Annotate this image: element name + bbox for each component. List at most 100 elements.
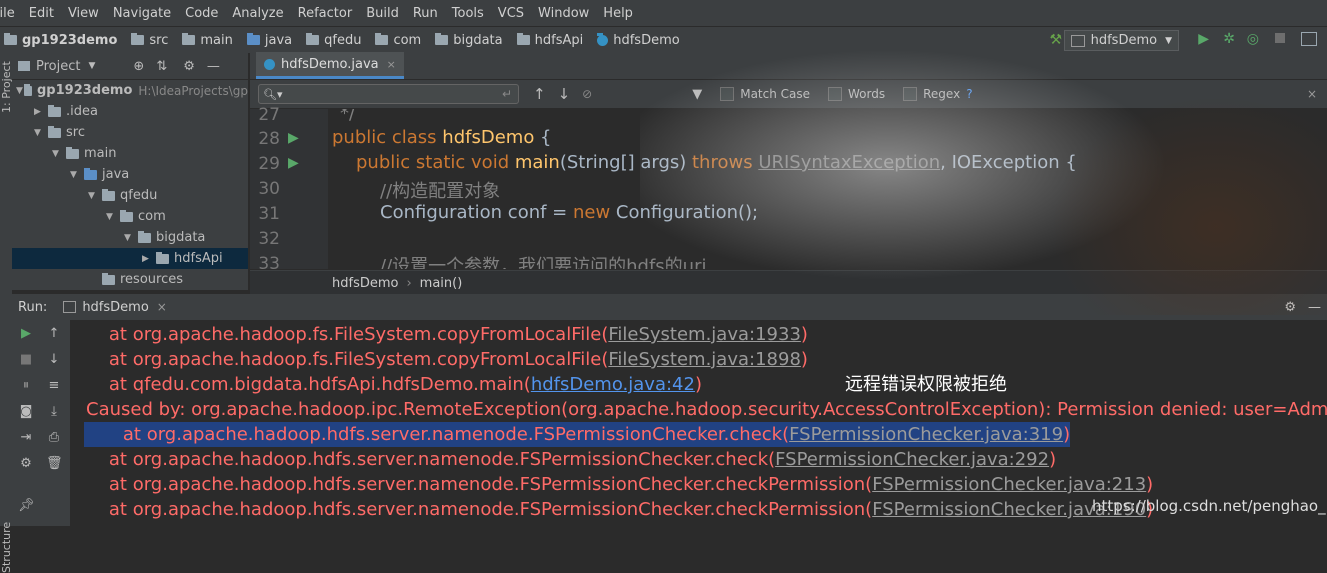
regex-help-link[interactable]: ?: [966, 87, 972, 101]
search-input[interactable]: 🔍︎▾ ↵: [258, 84, 519, 104]
next-occurrence-icon[interactable]: ↓: [558, 85, 571, 103]
debug-icon[interactable]: ✲: [1223, 31, 1235, 47]
tree-item-com[interactable]: ▼ com: [12, 206, 248, 227]
words-checkbox[interactable]: Words: [828, 87, 885, 101]
chevron-down-icon[interactable]: ▼: [34, 128, 48, 138]
hide-panel-icon[interactable]: —: [1308, 300, 1321, 315]
tree-item-gp1923demo[interactable]: ▼ gp1923demo H:\IdeaProjects\gp: [12, 80, 248, 101]
gear-icon[interactable]: ⚙: [183, 59, 195, 74]
soft-wrap-icon[interactable]: ≡: [46, 378, 62, 394]
tree-item-bigdata[interactable]: ▼ bigdata: [12, 227, 248, 248]
source-link[interactable]: FSPermissionChecker.java:319: [789, 424, 1063, 445]
breadcrumb-hdfsdemo[interactable]: hdfsDemo: [597, 32, 680, 48]
close-icon[interactable]: ×: [387, 58, 396, 71]
run-tab-label[interactable]: hdfsDemo: [82, 300, 148, 315]
menu-item-run[interactable]: Run: [406, 6, 445, 21]
tree-item-resources[interactable]: resources: [12, 269, 248, 290]
chevron-right-icon[interactable]: ▶: [142, 254, 156, 264]
menu-item-view[interactable]: View: [61, 6, 106, 21]
menu-item-file[interactable]: File: [0, 6, 22, 21]
search-history-icon[interactable]: ↵: [502, 87, 512, 101]
hide-panel-icon[interactable]: —: [207, 59, 220, 74]
source-link[interactable]: FileSystem.java:1933: [608, 324, 801, 345]
chevron-down-icon[interactable]: ▼: [16, 86, 24, 96]
menu-item-help[interactable]: Help: [596, 6, 640, 21]
menu-item-window[interactable]: Window: [531, 6, 596, 21]
stop-icon[interactable]: ■: [18, 352, 34, 368]
tree-item-qfedu[interactable]: ▼ qfedu: [12, 185, 248, 206]
chevron-right-icon[interactable]: ▶: [34, 107, 48, 117]
filter-icon[interactable]: ▼: [692, 87, 702, 102]
menu-item-build[interactable]: Build: [359, 6, 406, 21]
breadcrumb-java[interactable]: java: [246, 33, 292, 48]
tree-item-idea[interactable]: ▶ .idea: [12, 101, 248, 122]
tree-item-hdfsapi[interactable]: ▶ hdfsApi: [12, 248, 248, 269]
camera-icon[interactable]: ◙: [18, 404, 34, 420]
chevron-down-icon[interactable]: ▼: [106, 212, 120, 222]
menu-item-code[interactable]: Code: [178, 6, 225, 21]
breadcrumb-hdfsapi[interactable]: hdfsApi: [516, 33, 583, 48]
folder-icon: [375, 33, 389, 45]
source-link[interactable]: FSPermissionChecker.java:213: [872, 474, 1146, 495]
breadcrumb-com[interactable]: com: [375, 33, 421, 48]
structure-tool-tab[interactable]: Structure: [0, 522, 13, 573]
code-token: {: [534, 127, 552, 148]
menu-item-vcs[interactable]: VCS: [491, 6, 531, 21]
menu-item-tools[interactable]: Tools: [445, 6, 491, 21]
tab-hdfsdemo-java[interactable]: hdfsDemo.java ×: [256, 52, 404, 79]
up-icon[interactable]: ↑: [46, 326, 62, 342]
build-icon[interactable]: ⚒: [1049, 32, 1062, 48]
source-link[interactable]: FSPermissionChecker.java:292: [775, 449, 1049, 470]
tree-item-main[interactable]: ▼ main: [12, 143, 248, 164]
breadcrumb-bigdata[interactable]: bigdata: [435, 33, 503, 48]
menu-item-edit[interactable]: Edit: [22, 6, 61, 21]
tree-item-java[interactable]: ▼ java: [12, 164, 248, 185]
run-gutter-icon[interactable]: ▶: [288, 155, 299, 171]
code-line: Configuration conf = new Configuration()…: [380, 202, 758, 223]
trash-icon[interactable]: 🗑︎: [46, 456, 63, 472]
scroll-from-source-icon[interactable]: ⊕: [133, 59, 144, 74]
chevron-down-icon[interactable]: ▼: [52, 149, 66, 159]
login-icon[interactable]: ⇥: [18, 430, 34, 446]
close-icon[interactable]: ×: [157, 300, 167, 314]
source-link[interactable]: FileSystem.java:1898: [608, 349, 801, 370]
collapse-all-icon[interactable]: ⇅: [156, 59, 167, 74]
source-link[interactable]: hdfsDemo.java:42: [531, 374, 695, 395]
pause-icon[interactable]: ⏸: [18, 378, 34, 394]
coverage-icon[interactable]: ◎: [1247, 31, 1259, 47]
project-panel-title[interactable]: Project: [36, 59, 80, 74]
chevron-down-icon[interactable]: ▼: [70, 170, 84, 180]
breadcrumb-qfedu[interactable]: qfedu: [306, 33, 361, 48]
stop-icon[interactable]: [1275, 33, 1285, 43]
console-output[interactable]: at org.apache.hadoop.fs.FileSystem.copyF…: [70, 320, 1327, 526]
chevron-down-icon[interactable]: ▼: [88, 191, 102, 201]
chevron-down-icon[interactable]: ▼: [124, 233, 138, 243]
chevron-down-icon[interactable]: ▼: [88, 61, 95, 71]
menu-item-analyze[interactable]: Analyze: [225, 6, 290, 21]
breadcrumb-method[interactable]: main(): [420, 276, 463, 291]
code-editor[interactable]: */ public class hdfsDemo {public static v…: [328, 109, 1327, 269]
regex-checkbox[interactable]: Regex?: [903, 87, 973, 101]
breadcrumb-class[interactable]: hdfsDemo: [332, 276, 398, 291]
down-icon[interactable]: ↓: [46, 352, 62, 368]
run-gutter-icon[interactable]: ▶: [288, 130, 299, 146]
breadcrumb-gp1923demo[interactable]: gp1923demo: [4, 33, 117, 48]
tree-item-src[interactable]: ▼ src: [12, 122, 248, 143]
print-icon[interactable]: ⎙: [46, 430, 62, 446]
breadcrumb-src[interactable]: src: [131, 33, 168, 48]
previous-occurrence-icon[interactable]: ↑: [533, 85, 546, 103]
project-structure-icon[interactable]: [1301, 32, 1317, 46]
close-find-icon[interactable]: ×: [1307, 87, 1317, 101]
breadcrumb-main[interactable]: main: [182, 33, 233, 48]
settings-icon[interactable]: ⚙: [18, 456, 34, 472]
find-all-icon[interactable]: ⊘: [582, 87, 592, 101]
run-icon[interactable]: ▶: [1198, 31, 1209, 47]
pin-icon[interactable]: 📌︎: [18, 498, 35, 514]
run-config-select[interactable]: hdfsDemo ▼: [1063, 30, 1179, 51]
rerun-icon[interactable]: ▶: [18, 326, 34, 342]
gear-icon[interactable]: ⚙: [1284, 300, 1296, 315]
match-case-checkbox[interactable]: Match Case: [720, 87, 810, 101]
menu-item-navigate[interactable]: Navigate: [106, 6, 178, 21]
menu-item-refactor[interactable]: Refactor: [291, 6, 360, 21]
scroll-to-end-icon[interactable]: ⤓: [46, 404, 62, 420]
